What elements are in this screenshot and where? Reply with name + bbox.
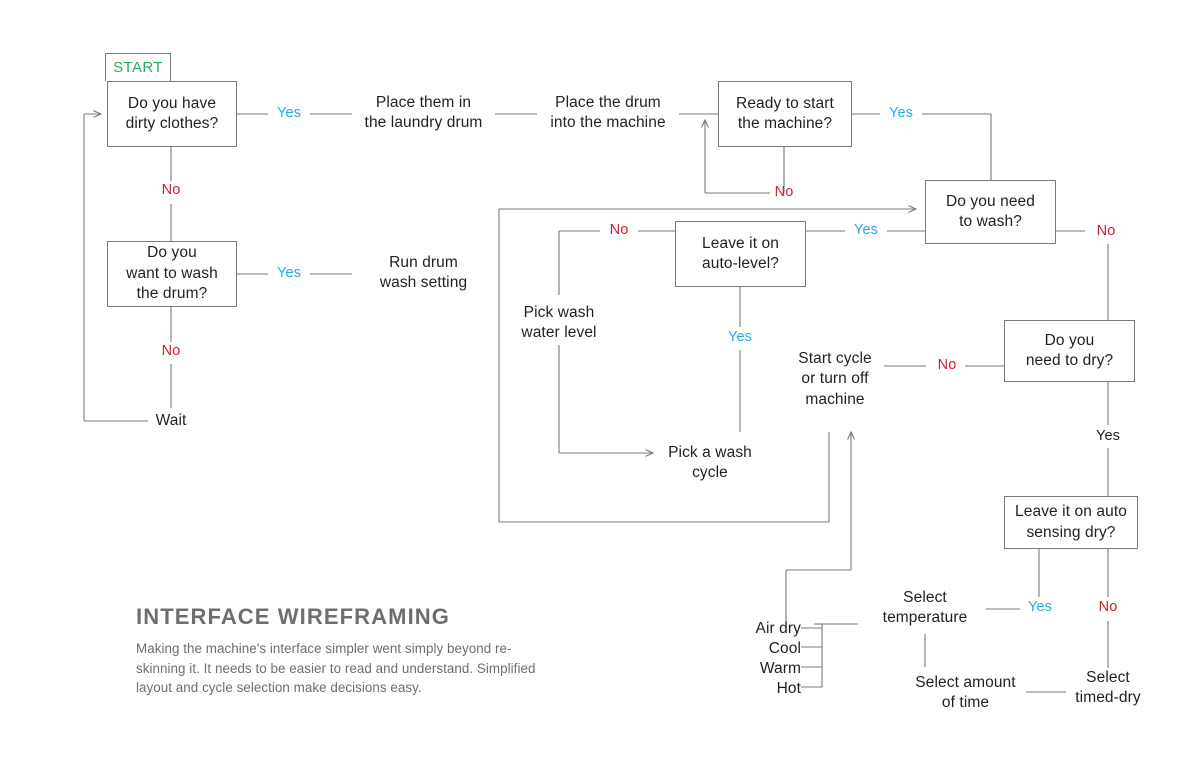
edge-label-no-wash-drum: No	[161, 343, 181, 359]
step-place-drum-machine: Place the drum into the machine	[550, 94, 666, 132]
box-auto-level[interactable]: Leave it on auto-level?	[675, 221, 806, 287]
flowchart-canvas: START Do you have dirty clothes? Do you …	[0, 0, 1200, 777]
edge-label-no-ready-to-start: No	[774, 184, 794, 200]
edge-label-no-auto-level: No	[609, 222, 629, 238]
box-dirty-clothes[interactable]: Do you have dirty clothes?	[107, 81, 237, 147]
edge-label-no-auto-sensing: No	[1098, 599, 1118, 615]
caption-heading: INTERFACE WIREFRAMING	[136, 604, 450, 629]
box-need-to-dry[interactable]: Do you need to dry?	[1004, 320, 1135, 382]
step-pick-wash-cycle: Pick a wash cycle	[668, 444, 752, 482]
edge-label-no-need-to-wash: No	[1096, 223, 1116, 239]
caption-body: Making the machine's interface simpler w…	[136, 641, 536, 696]
step-select-temperature: Select temperature	[882, 589, 968, 627]
edge-label-no-start-or-off: No	[937, 357, 957, 373]
edge-label-yes-wash-drum: Yes	[277, 265, 301, 281]
edge-label-yes-dirty-clothes: Yes	[277, 105, 301, 121]
start-tab: START	[105, 53, 171, 81]
caption-block: INTERFACE WIREFRAMING Making the machine…	[136, 604, 556, 698]
step-wait: Wait	[155, 412, 187, 429]
edge-label-yes-auto-level-right: Yes	[854, 222, 878, 238]
step-run-drum-wash: Run drum wash setting	[379, 254, 468, 292]
edge-label-yes-ready-to-start: Yes	[889, 105, 913, 121]
step-place-in-drum: Place them in the laundry drum	[364, 94, 483, 132]
option-warm[interactable]: Warm	[711, 659, 801, 679]
edge-label-no-dirty-clothes: No	[161, 182, 181, 198]
box-need-to-wash[interactable]: Do you need to wash?	[925, 180, 1056, 244]
step-select-amount-time: Select amount of time	[915, 674, 1016, 712]
step-select-timed-dry: Select timed-dry	[1075, 669, 1141, 707]
box-ready-to-start[interactable]: Ready to start the machine?	[718, 81, 852, 147]
box-wash-drum[interactable]: Do you want to wash the drum?	[107, 241, 237, 307]
step-pick-water-level: Pick wash water level	[521, 304, 597, 342]
step-start-or-off: Start cycle or turn off machine	[798, 350, 872, 408]
edge-label-yes-need-to-dry: Yes	[1096, 428, 1120, 444]
box-auto-sensing-dry[interactable]: Leave it on auto sensing dry?	[1004, 496, 1138, 549]
edge-label-yes-auto-sensing: Yes	[1028, 599, 1052, 615]
option-air-dry[interactable]: Air dry	[711, 619, 801, 639]
option-hot[interactable]: Hot	[711, 679, 801, 699]
edge-label-yes-auto-level-down: Yes	[728, 329, 752, 345]
option-cool[interactable]: Cool	[711, 639, 801, 659]
